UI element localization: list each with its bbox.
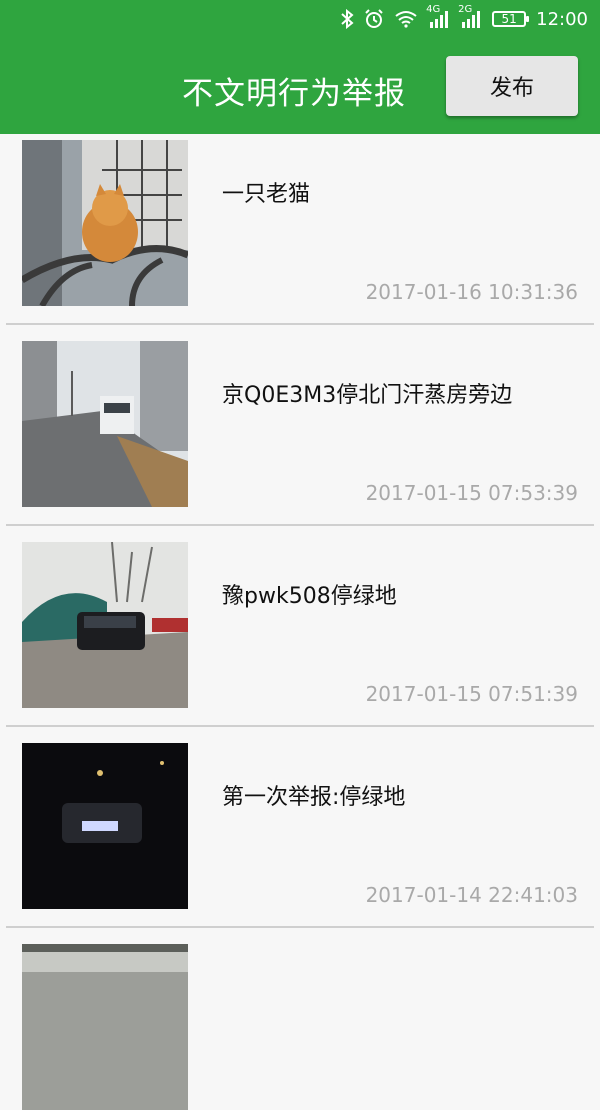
report-thumbnail <box>22 140 188 306</box>
divider <box>6 524 594 526</box>
battery-level: 51 <box>501 12 517 26</box>
alarm-icon <box>364 9 384 29</box>
bluetooth-icon <box>340 9 354 29</box>
signal-2g-icon: 2G <box>458 4 482 28</box>
list-item[interactable]: 豫pwk508停绿地 2017-01-15 07:51:39 <box>0 536 600 737</box>
wifi-icon <box>394 10 418 28</box>
network-label-2g: 2G <box>458 4 473 15</box>
app-bar: 不文明行为举报 发布 <box>0 38 600 134</box>
network-label-4g: 4G <box>426 4 441 15</box>
report-thumbnail <box>22 341 188 507</box>
status-time: 12:00 <box>536 8 588 30</box>
report-list: 一只老猫 2017-01-16 10:31:36 京Q0E3M3停北门汗蒸房旁边… <box>0 134 600 1110</box>
report-title: 一只老猫 <box>222 182 311 207</box>
list-item[interactable]: 京Q0E3M3停北门汗蒸房旁边 2017-01-15 07:53:39 <box>0 335 600 536</box>
list-item[interactable]: 第一次举报:停绿地 2017-01-14 22:41:03 <box>0 737 600 938</box>
report-timestamp: 2017-01-16 10:31:36 <box>365 280 578 304</box>
divider <box>6 323 594 325</box>
report-timestamp: 2017-01-15 07:53:39 <box>365 481 578 505</box>
report-thumbnail <box>22 743 188 909</box>
list-item[interactable]: 一只老猫 2017-01-16 10:31:36 <box>0 134 600 335</box>
list-item[interactable] <box>0 938 600 1110</box>
report-title: 京Q0E3M3停北门汗蒸房旁边 <box>222 383 513 408</box>
publish-button[interactable]: 发布 <box>446 56 578 116</box>
report-timestamp: 2017-01-15 07:51:39 <box>365 682 578 706</box>
divider <box>6 725 594 727</box>
page-title: 不文明行为举报 <box>182 76 406 112</box>
signal-4g-icon: 4G <box>426 4 450 28</box>
report-title: 豫pwk508停绿地 <box>222 584 397 609</box>
battery-icon: 51 <box>492 11 530 27</box>
report-thumbnail <box>22 542 188 708</box>
divider <box>6 926 594 928</box>
report-title: 第一次举报:停绿地 <box>222 785 406 810</box>
status-bar: 4G 2G 51 12:00 <box>0 0 600 38</box>
report-timestamp: 2017-01-14 22:41:03 <box>365 883 578 907</box>
report-thumbnail <box>22 944 188 1110</box>
